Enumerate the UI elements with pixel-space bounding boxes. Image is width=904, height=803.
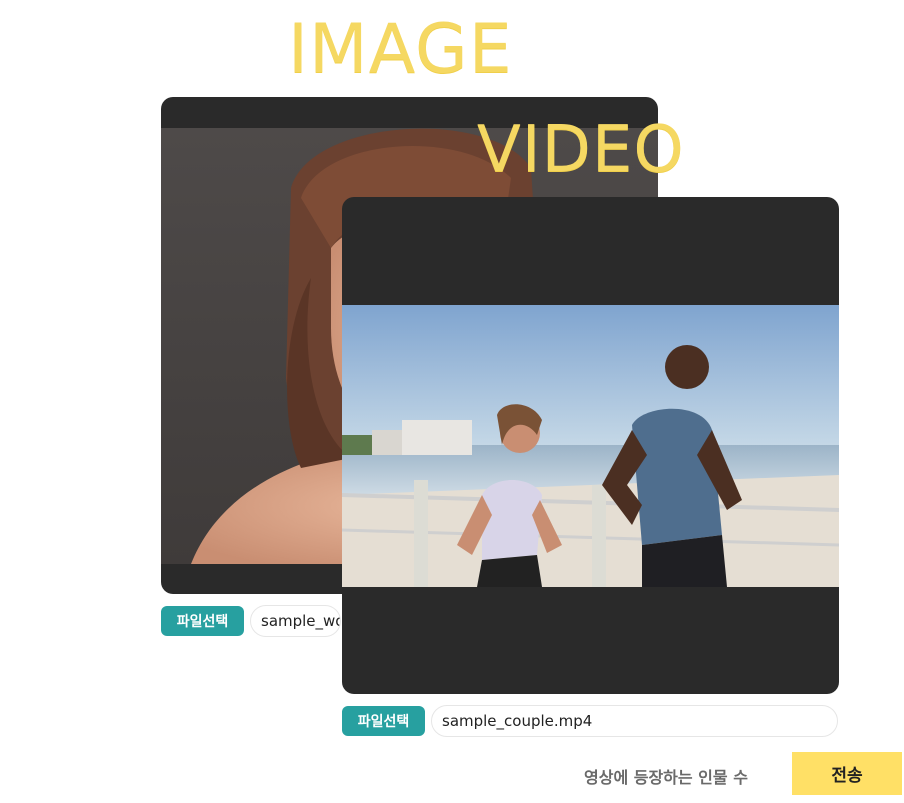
image-file-name: sample_wo	[250, 605, 341, 637]
video-heading: VIDEO	[477, 113, 685, 187]
video-file-name: sample_couple.mp4	[431, 705, 838, 737]
page: IMAGE 파일선택 sample_wo VIDEO 파일선택 sample_c…	[0, 0, 904, 803]
submit-button[interactable]: 전송	[792, 752, 902, 795]
image-file-row: 파일선택 sample_wo	[161, 605, 341, 637]
video-preview-panel	[342, 197, 839, 694]
running-couple-image	[342, 305, 839, 587]
video-preview-frame	[342, 305, 839, 587]
image-heading: IMAGE	[288, 10, 513, 89]
image-file-select-button[interactable]: 파일선택	[161, 606, 244, 636]
video-file-select-button[interactable]: 파일선택	[342, 706, 425, 736]
video-file-row: 파일선택 sample_couple.mp4	[342, 705, 838, 737]
people-count-label: 영상에 등장하는 인물 수	[584, 768, 748, 787]
